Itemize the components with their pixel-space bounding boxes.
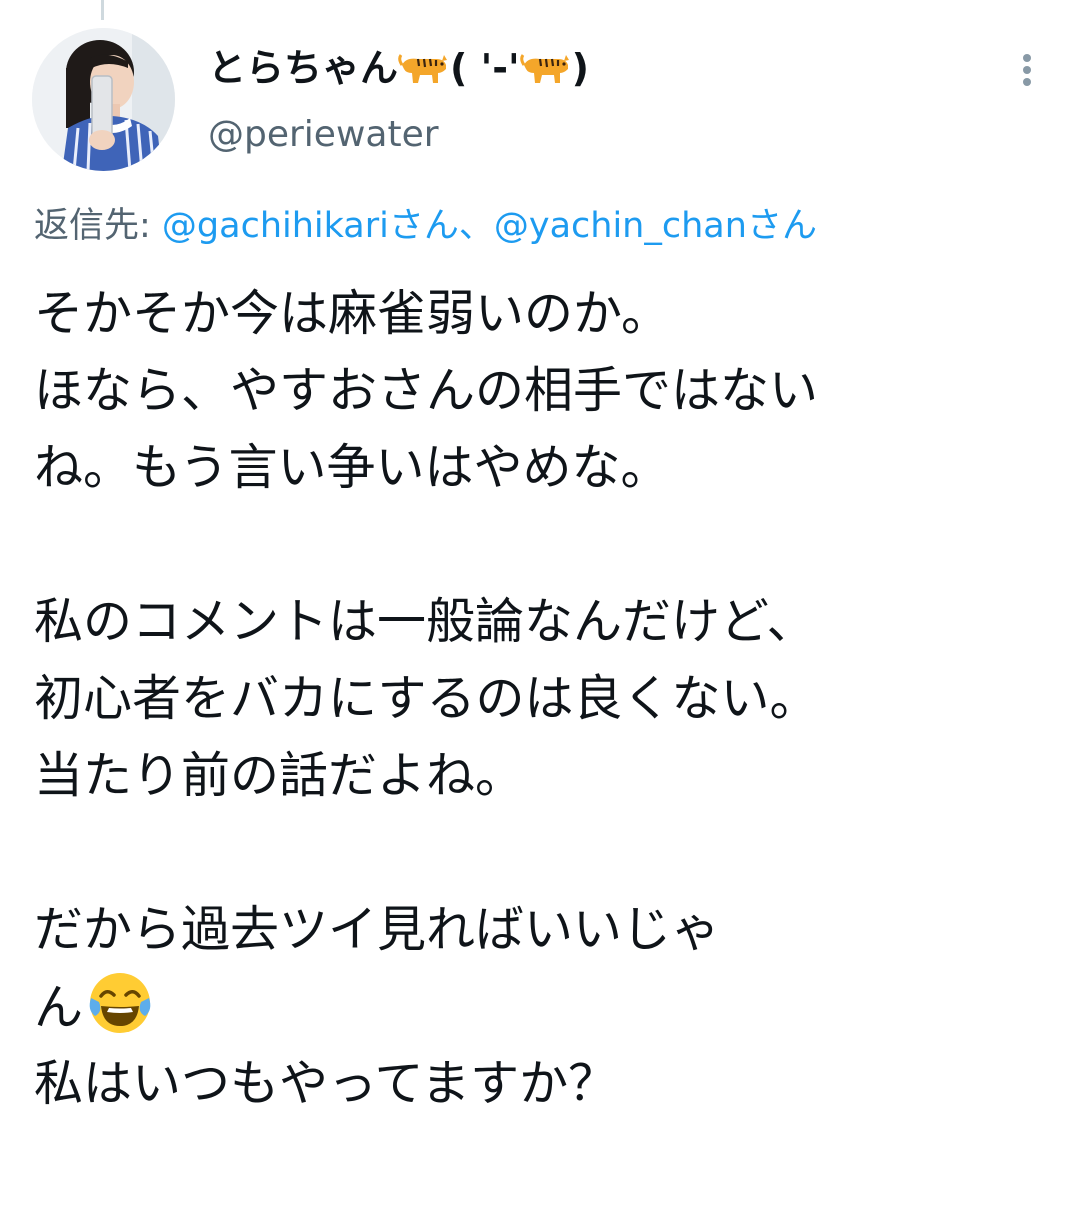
more-options-icon[interactable]: [1008, 48, 1048, 92]
more-dot: [1023, 54, 1031, 62]
more-dot: [1023, 66, 1031, 74]
tweet-line: 当たり前の話だよね。: [34, 747, 525, 804]
tweet-line: だから過去ツイ見ればいいじゃ: [34, 901, 721, 958]
tweet-line: そかそか今は麻雀弱いのか。: [34, 285, 671, 342]
tiger-icon: [519, 51, 572, 85]
display-name[interactable]: とらちゃん ( '-' ): [208, 42, 589, 94]
thread-connector-line: [101, 0, 104, 20]
avatar[interactable]: [32, 28, 175, 171]
reply-to-line: 返信先: @gachihikariさん、@yachin_chanさん: [34, 202, 817, 250]
tweet-line: ね。もう言い争いはやめな。: [34, 439, 670, 496]
avatar-photo: [32, 28, 175, 171]
reply-prefix: 返信先:: [34, 206, 162, 246]
mention-suffix[interactable]: さん、: [389, 206, 494, 246]
more-dot: [1023, 78, 1031, 86]
display-name-text: とらちゃん: [208, 46, 399, 90]
tears-of-joy-emoji-icon: [85, 968, 155, 1038]
tweet-text: そかそか今は麻雀弱いのか。 ほなら、やすおさんの相手ではない ね。もう言い争いは…: [34, 275, 1054, 1122]
tweet-line: ほなら、やすおさんの相手ではない: [34, 362, 819, 419]
tiger-icon: [398, 51, 450, 85]
tweet-line-text: ん: [34, 979, 84, 1036]
display-name-end: ): [571, 46, 590, 90]
mention-link[interactable]: @yachin_chan: [494, 206, 747, 246]
user-handle[interactable]: @periewater: [208, 112, 439, 158]
tweet-line: 初心者をバカにするのは良くない。: [34, 670, 819, 727]
tweet-line-with-emoji: ん: [34, 968, 1054, 1045]
mention-suffix[interactable]: さん: [747, 206, 817, 246]
display-name-middle: ( '-': [450, 46, 520, 90]
tweet-line: 私はいつもやってますか？: [34, 1055, 618, 1112]
tweet-line: 私のコメントは一般論なんだけど、: [34, 593, 816, 650]
mention-link[interactable]: @gachihikari: [162, 206, 389, 246]
